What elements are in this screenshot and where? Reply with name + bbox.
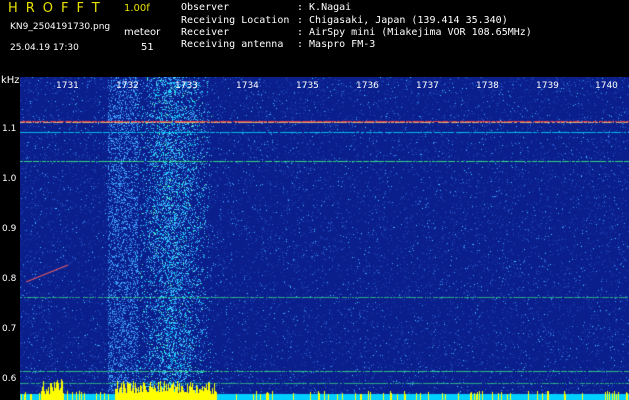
mode-label: meteor — [124, 27, 161, 38]
receiver-label: Receiver — [181, 27, 230, 38]
filename-label: KN9_2504191730.png — [10, 22, 111, 32]
observer-label: Observer — [181, 2, 230, 13]
datetime-label: 25.04.19 17:30 — [10, 43, 79, 53]
antenna-value: : Maspro FM-3 — [297, 39, 376, 50]
time-tick-label: 1735 — [296, 81, 319, 91]
time-tick-label: 1731 — [56, 81, 79, 91]
time-tick-label: 1738 — [476, 81, 499, 91]
freq-unit-label: kHz — [1, 75, 20, 86]
freq-tick-label: 0.9 — [2, 224, 17, 234]
version-label: 1.00f — [124, 3, 150, 14]
observer-value: : K.Nagai — [297, 2, 352, 13]
freq-tick-label: 0.8 — [2, 274, 17, 284]
time-tick-label: 1732 — [116, 81, 139, 91]
freq-tick-label: 0.7 — [2, 324, 17, 334]
time-tick-label: 1739 — [536, 81, 559, 91]
freq-tick-label: 1.1 — [2, 124, 17, 134]
receiver-value: : AirSpy mini (Miakejima VOR 108.65MHz) — [297, 27, 532, 38]
location-label: Receiving Location — [181, 15, 290, 26]
location-value: : Chigasaki, Japan (139.414 35.340) — [297, 15, 508, 26]
freq-tick-label: 0.6 — [2, 374, 17, 384]
time-tick-label: 1734 — [236, 81, 259, 91]
time-tick-label: 1740 — [595, 81, 618, 91]
spectrogram-canvas — [20, 77, 629, 400]
spectrogram-area[interactable] — [20, 77, 629, 400]
time-tick-label: 1736 — [356, 81, 379, 91]
time-tick-label: 1737 — [416, 81, 439, 91]
freq-tick-label: 1.0 — [2, 174, 17, 184]
time-tick-label: 1733 — [175, 81, 198, 91]
count-label: 51 — [141, 42, 154, 53]
app-title: HROFFT — [8, 1, 108, 16]
antenna-label: Receiving antenna — [181, 39, 284, 50]
header-panel: HROFFT 1.00f KN9_2504191730.png meteor 2… — [0, 0, 629, 72]
